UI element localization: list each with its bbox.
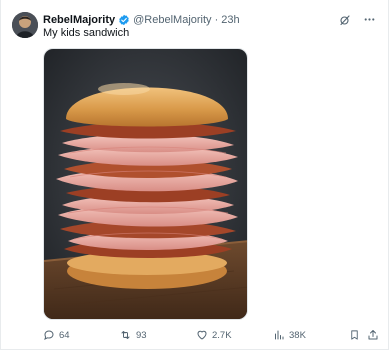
reply-count: 64 xyxy=(59,329,70,341)
avatar[interactable] xyxy=(12,12,38,38)
tweet-image[interactable] xyxy=(43,48,248,320)
like-count: 2.7K xyxy=(212,329,232,341)
verified-badge-icon xyxy=(118,14,130,26)
views-button[interactable]: 38K xyxy=(273,329,306,341)
timestamp[interactable]: 23h xyxy=(221,14,239,26)
bookmark-button[interactable] xyxy=(349,329,360,341)
user-handle[interactable]: @RebelMajority xyxy=(133,14,211,26)
reply-icon xyxy=(44,330,54,340)
grok-icon[interactable] xyxy=(338,13,351,26)
like-button[interactable]: 2.7K xyxy=(196,329,232,341)
more-options-icon[interactable] xyxy=(363,13,376,26)
sandwich-photo xyxy=(44,49,247,319)
share-icon xyxy=(368,330,378,340)
bookmark-icon xyxy=(351,330,358,340)
views-icon xyxy=(275,330,284,340)
tweet-card[interactable]: RebelMajority @RebelMajority · 23h My ki… xyxy=(0,0,389,350)
share-button[interactable] xyxy=(367,329,379,341)
display-name[interactable]: RebelMajority xyxy=(43,14,115,26)
retweet-button[interactable]: 93 xyxy=(119,329,147,341)
tweet-header: RebelMajority @RebelMajority · 23h xyxy=(43,12,240,28)
retweet-count: 93 xyxy=(136,329,147,341)
avatar-image xyxy=(12,12,38,38)
separator-dot: · xyxy=(214,14,219,26)
reply-button[interactable]: 64 xyxy=(43,329,70,341)
retweet-icon xyxy=(121,331,130,339)
tweet-top-icons xyxy=(338,13,376,26)
views-count: 38K xyxy=(289,329,306,341)
tweet-actions: 64 93 2.7K 38K xyxy=(43,329,379,343)
heart-icon xyxy=(197,330,207,340)
tweet-text: My kids sandwich xyxy=(43,27,130,39)
